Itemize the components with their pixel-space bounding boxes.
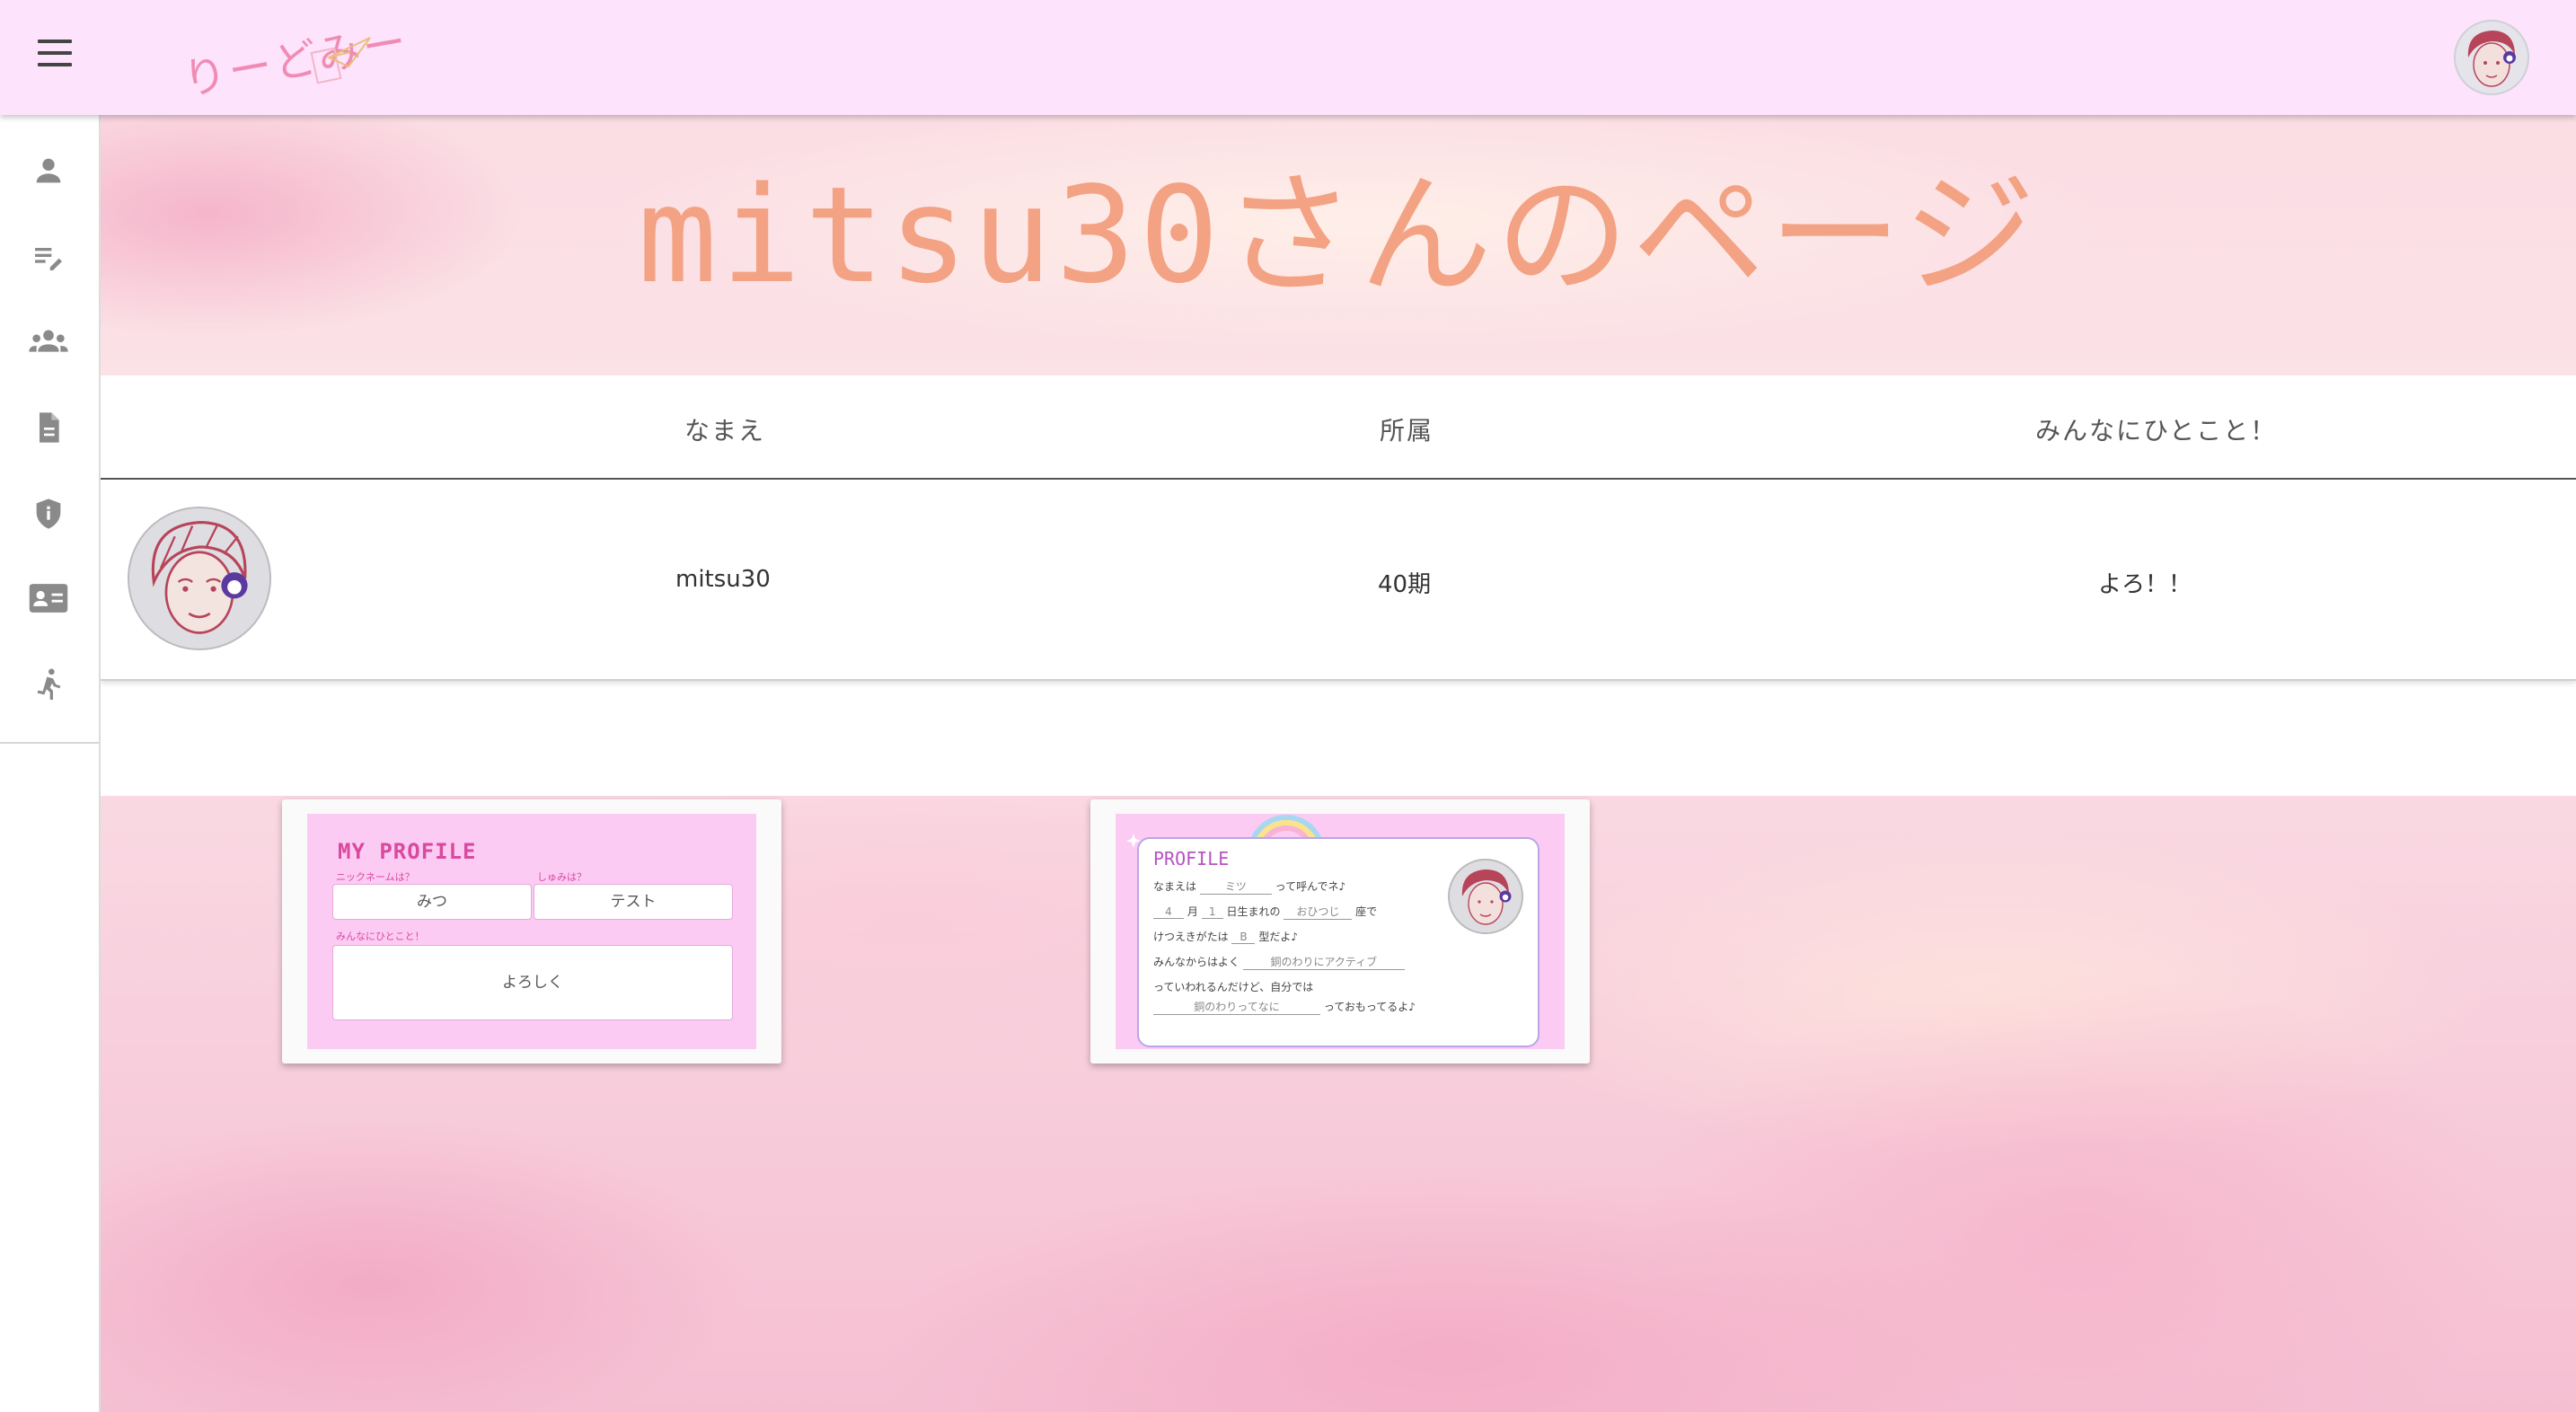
cell-affiliation: 40期 <box>1378 571 1432 598</box>
contact-card-icon <box>29 584 68 613</box>
birthday-line: 4 月 1 日生まれの おひつじ 座で <box>1153 904 1377 920</box>
edit-note-icon <box>35 248 62 270</box>
message-value: よろしく <box>332 945 733 1020</box>
sidebar-item-edit[interactable] <box>22 230 75 284</box>
column-header-affiliation: 所属 <box>1380 416 1434 446</box>
logo-text: りーどみー <box>179 16 413 106</box>
birth-month-value: 4 <box>1153 905 1184 919</box>
message-label: みんなにひとこと！ <box>336 931 425 942</box>
card-content: MY PROFILE ニックネームは？ しゅみは？ みつ テスト みんなにひとこ… <box>307 814 756 1049</box>
cell-name: mitsu30 <box>675 566 771 593</box>
birth-day-value: 1 <box>1201 905 1223 919</box>
column-header-name: なまえ <box>684 416 766 446</box>
hobby-label: しゅみは？ <box>537 871 587 883</box>
group-icon <box>29 330 68 352</box>
name-line: なまえは ミツ って呼んでネ♪ <box>1153 878 1346 895</box>
shield-info-icon <box>36 499 61 529</box>
nickname-value: ミツ <box>1199 878 1272 895</box>
sidebar-item-security[interactable] <box>22 487 75 541</box>
sidebar-item-profile[interactable] <box>22 144 75 198</box>
self-view-line: 銅のわりってなに っておもってるよ♪ <box>1153 999 1416 1015</box>
sidebar <box>0 115 101 1412</box>
often-said-value: 銅のわりにアクティブ <box>1242 954 1405 970</box>
hobby-value: テスト <box>534 884 733 920</box>
nickname-label: ニックネームは？ <box>336 871 415 883</box>
sidebar-item-logout[interactable] <box>22 657 75 711</box>
document-icon <box>40 412 59 443</box>
page-title: mitsu30さんのページ <box>637 158 2040 313</box>
card-title: PROFILE <box>1153 848 1230 869</box>
profile-table: なまえ 所属 みんなにひとこと！ mitsu30 40期 よろ！！ <box>101 375 2576 796</box>
card-title: MY PROFILE <box>338 839 477 864</box>
sidebar-item-contact[interactable] <box>22 571 75 625</box>
app-bar: りーどみー <box>0 0 2576 115</box>
profile-card-my-profile[interactable]: MY PROFILE ニックネームは？ しゅみは？ みつ テスト みんなにひとこ… <box>282 799 781 1063</box>
profile-avatar <box>128 507 271 650</box>
often-said-line: みんなからはよく 銅のわりにアクティブ <box>1153 954 1405 970</box>
column-header-message: みんなにひとこと！ <box>2035 416 2278 446</box>
user-avatar-icon[interactable] <box>2454 20 2529 95</box>
main-content: mitsu30さんのページ なまえ 所属 みんなにひとこと！ mitsu30 4… <box>101 115 2576 1412</box>
running-person-icon <box>37 668 61 700</box>
often-said-suffix: っていわれるんだけど、自分では <box>1153 981 1314 993</box>
hamburger-menu-icon[interactable] <box>34 40 75 74</box>
card-content: PROFILE なまえは ミツ って呼んでネ♪ 4 月 1 日生まれの おひつじ… <box>1116 814 1565 1049</box>
cell-message: よろ！！ <box>2098 571 2192 598</box>
card-avatar <box>1448 859 1523 934</box>
person-icon <box>36 158 61 183</box>
profile-card-profile[interactable]: PROFILE なまえは ミツ って呼んでネ♪ 4 月 1 日生まれの おひつじ… <box>1090 799 1590 1063</box>
sidebar-item-documents[interactable] <box>22 401 75 454</box>
self-view-value: 銅のわりってなに <box>1153 999 1320 1015</box>
app-logo[interactable]: りーどみー <box>176 9 412 105</box>
paper-plane-icon <box>310 37 371 84</box>
nickname-value: みつ <box>332 884 532 920</box>
sidebar-divider <box>0 742 99 744</box>
sidebar-item-groups[interactable] <box>22 314 75 368</box>
zodiac-value: おひつじ <box>1284 904 1353 920</box>
table-header: なまえ 所属 みんなにひとこと！ <box>101 375 2576 480</box>
blood-type-value: B <box>1231 931 1256 944</box>
blood-type-line: けつえきがたは B 型だよ♪ <box>1153 931 1298 944</box>
table-row: mitsu30 40期 よろ！！ <box>101 480 2576 681</box>
